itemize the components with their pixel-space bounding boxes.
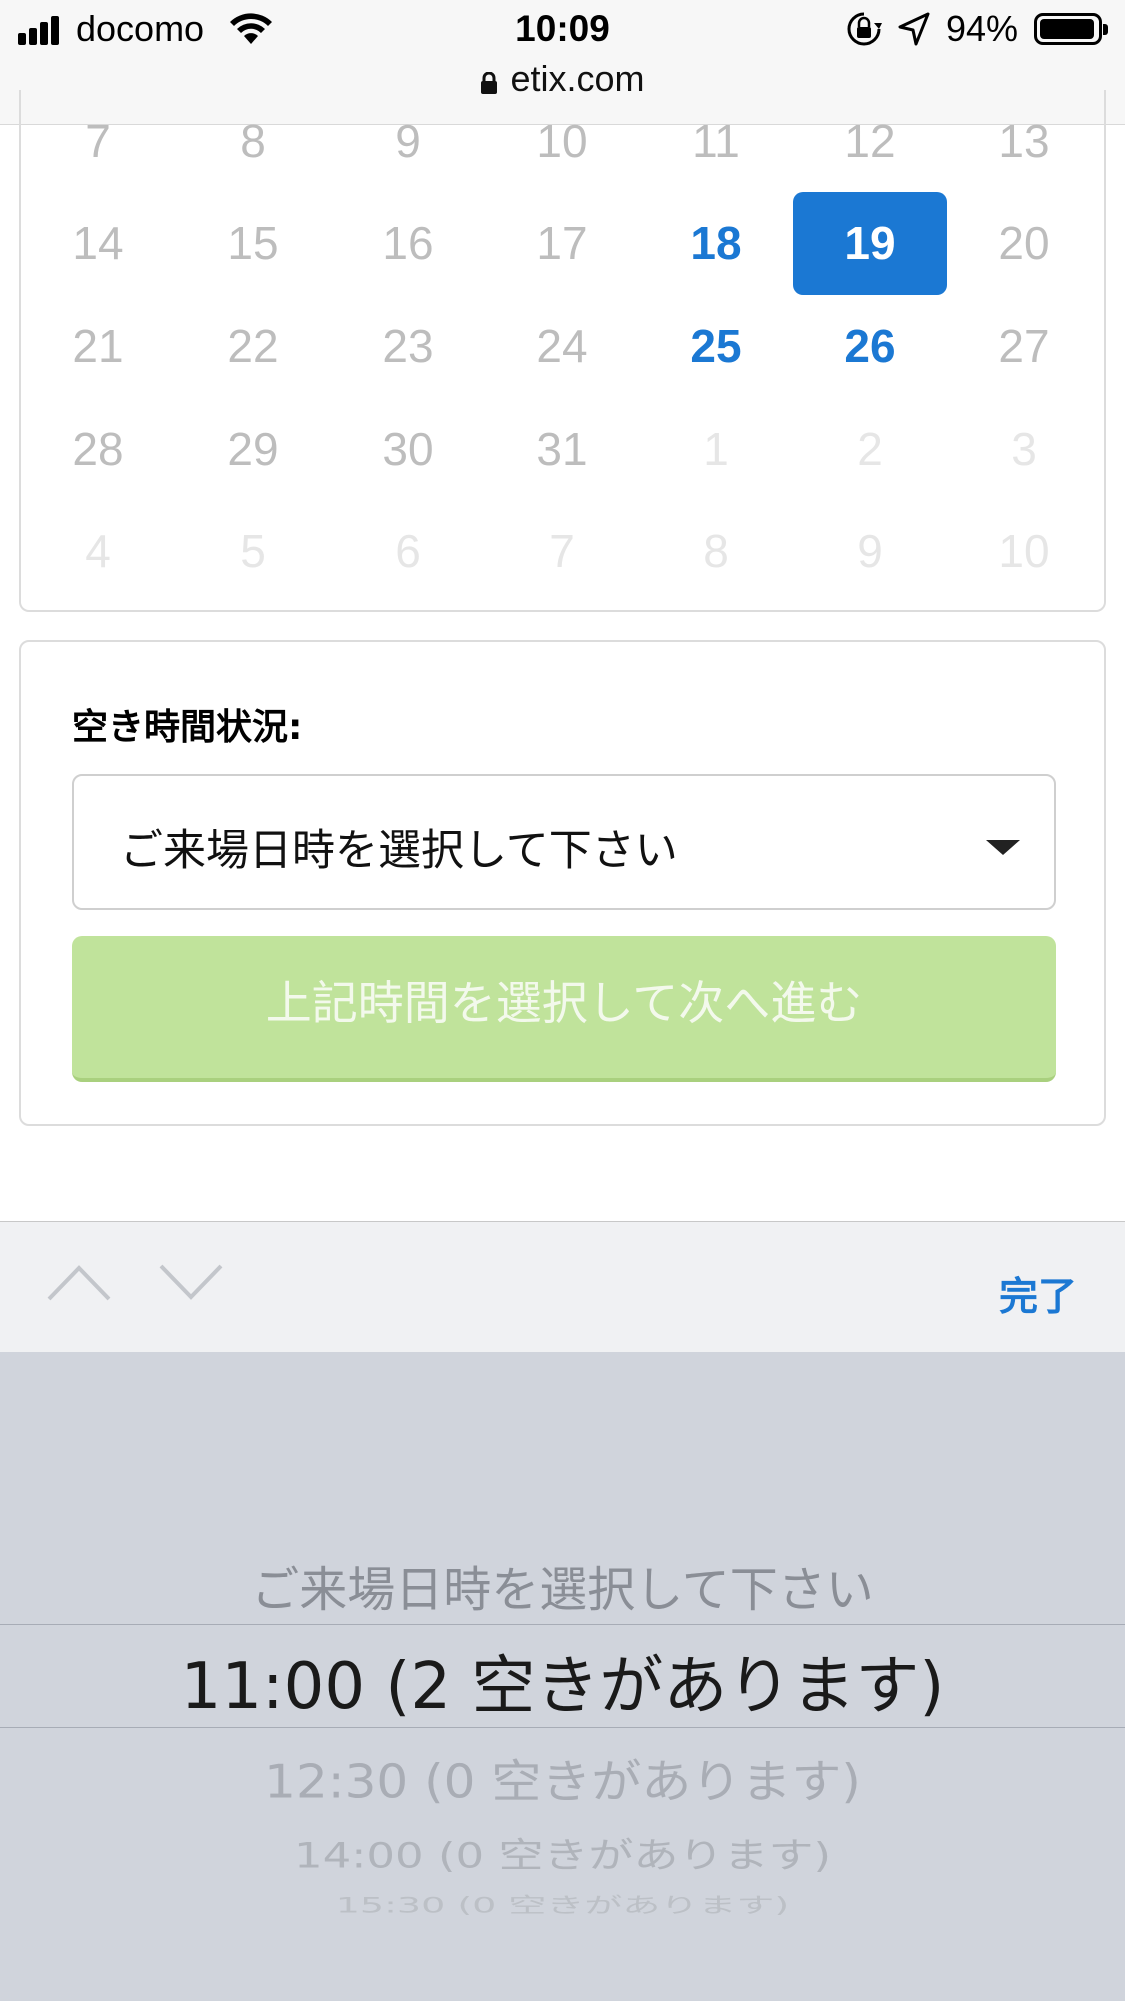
calendar-day-number: 25	[690, 320, 742, 372]
calendar-day-number: 11	[692, 115, 740, 167]
calendar-day: 9	[331, 90, 485, 193]
calendar-day: 8	[176, 90, 330, 193]
calendar-day-selected[interactable]: 19	[793, 192, 947, 295]
orientation-lock-icon	[847, 12, 882, 46]
calendar-day-number: 10	[536, 115, 588, 167]
calendar-day: 12	[793, 90, 947, 193]
calendar-day: 28	[21, 398, 175, 501]
calendar: 7 8 9 10 11 12 13 14 15 16 17 18 19 20 21 22 23 24 25 26 27 2…	[19, 90, 1106, 612]
chevron-down-icon[interactable]	[158, 1262, 224, 1302]
next-step-button[interactable]: 上記時間を選択して次へ進む	[72, 936, 1056, 1082]
calendar-day-number: 29	[227, 423, 279, 475]
calendar-day-number: 26	[844, 320, 896, 372]
calendar-day: 13	[947, 90, 1101, 193]
calendar-day-available[interactable]: 18	[639, 192, 793, 295]
calendar-day: 17	[485, 192, 639, 295]
calendar-day: 8	[639, 500, 793, 603]
calendar-week-row: 4 5 6 7 8 9 10	[58, 500, 1108, 603]
calendar-day-number: 21	[72, 320, 124, 372]
calendar-day-number: 28	[72, 423, 124, 475]
calendar-day-number: 1	[703, 423, 729, 475]
calendar-week-row: 21 22 23 24 25 26 27	[58, 295, 1108, 398]
calendar-day: 4	[21, 500, 175, 603]
calendar-day: 29	[176, 398, 330, 501]
calendar-day-number: 5	[240, 525, 266, 577]
calendar-week-row: 7 8 9 10 11 12 13	[58, 90, 1108, 193]
calendar-week-row: 14 15 16 17 18 19 20	[58, 192, 1108, 295]
done-button[interactable]: 完了	[999, 1266, 1077, 1322]
picker-option[interactable]: ご来場日時を選択して下さい	[0, 1550, 1125, 1620]
calendar-day-number: 17	[536, 217, 588, 269]
calendar-day: 22	[176, 295, 330, 398]
calendar-day: 5	[176, 500, 330, 603]
calendar-day: 2	[793, 398, 947, 501]
calendar-day: 14	[21, 192, 175, 295]
chevron-up-icon[interactable]	[46, 1262, 112, 1302]
calendar-day-number: 6	[395, 525, 421, 577]
calendar-day-number: 20	[998, 217, 1050, 269]
calendar-day-number: 15	[227, 217, 279, 269]
calendar-day-number: 23	[382, 320, 434, 372]
calendar-day-number: 27	[998, 320, 1050, 372]
calendar-day: 30	[331, 398, 485, 501]
calendar-day-number: 30	[382, 423, 434, 475]
calendar-week-row: 28 29 30 31 1 2 3	[58, 398, 1108, 501]
calendar-day-number: 24	[536, 320, 588, 372]
calendar-day-number: 7	[549, 525, 575, 577]
lock-icon	[480, 61, 498, 94]
calendar-day: 23	[331, 295, 485, 398]
picker-option-selected[interactable]: 11:00 (2 空きがあります)	[0, 1635, 1125, 1727]
calendar-day: 6	[331, 500, 485, 603]
calendar-day-number: 8	[703, 525, 729, 577]
calendar-day-available[interactable]: 26	[793, 295, 947, 398]
calendar-day: 7	[485, 500, 639, 603]
calendar-day: 16	[331, 192, 485, 295]
time-select-value: ご来場日時を選択して下さい	[120, 826, 678, 876]
calendar-day: 9	[793, 500, 947, 603]
calendar-day-number: 7	[85, 115, 111, 167]
calendar-day-number: 18	[690, 217, 742, 269]
calendar-day-number: 3	[1011, 423, 1037, 475]
calendar-day-number: 4	[85, 525, 111, 577]
calendar-day-number: 16	[382, 217, 434, 269]
calendar-day: 21	[21, 295, 175, 398]
calendar-day-number: 12	[844, 115, 896, 167]
availability-panel: 空き時間状況: ご来場日時を選択して下さい 上記時間を選択して次へ進む	[19, 640, 1106, 1126]
picker-toolbar: 完了	[0, 1221, 1125, 1353]
calendar-day: 27	[947, 295, 1101, 398]
calendar-day: 7	[21, 90, 175, 193]
calendar-day-number: 13	[998, 115, 1050, 167]
calendar-day: 10	[947, 500, 1101, 603]
calendar-day: 1	[639, 398, 793, 501]
time-picker-wheel[interactable]: ご来場日時を選択して下さい 11:00 (2 空きがあります) 12:30 (0…	[0, 1352, 1125, 2001]
picker-selection-top-line	[0, 1624, 1125, 1625]
location-services-icon	[898, 12, 930, 46]
calendar-day-available[interactable]: 25	[639, 295, 793, 398]
calendar-day-number: 9	[395, 115, 421, 167]
battery-percentage: 94%	[946, 8, 1019, 49]
calendar-day: 15	[176, 192, 330, 295]
picker-option[interactable]: 12:30 (0 空きがあります)	[0, 1745, 1125, 1811]
calendar-day: 10	[485, 90, 639, 193]
calendar-day-number: 31	[536, 423, 588, 475]
calendar-day-number: 8	[240, 115, 266, 167]
calendar-day: 11	[639, 90, 793, 193]
calendar-day-number: 19	[844, 217, 896, 269]
calendar-day: 20	[947, 192, 1101, 295]
picker-option[interactable]: 14:00 (0 空きがあります)	[0, 1827, 1125, 1878]
picker-option[interactable]: 15:30 (0 空きがあります)	[0, 1888, 1125, 1918]
availability-label: 空き時間状況:	[72, 707, 303, 748]
calendar-day-number: 2	[857, 423, 883, 475]
calendar-day: 3	[947, 398, 1101, 501]
calendar-day: 24	[485, 295, 639, 398]
time-select[interactable]: ご来場日時を選択して下さい	[72, 774, 1056, 910]
chevron-down-icon	[986, 840, 1020, 855]
calendar-day-number: 14	[72, 217, 124, 269]
calendar-day-number: 10	[998, 525, 1050, 577]
picker-selection-bottom-line	[0, 1727, 1125, 1728]
battery-icon	[1034, 13, 1108, 45]
calendar-day-number: 22	[227, 320, 279, 372]
calendar-day-number: 9	[857, 525, 883, 577]
calendar-day: 31	[485, 398, 639, 501]
